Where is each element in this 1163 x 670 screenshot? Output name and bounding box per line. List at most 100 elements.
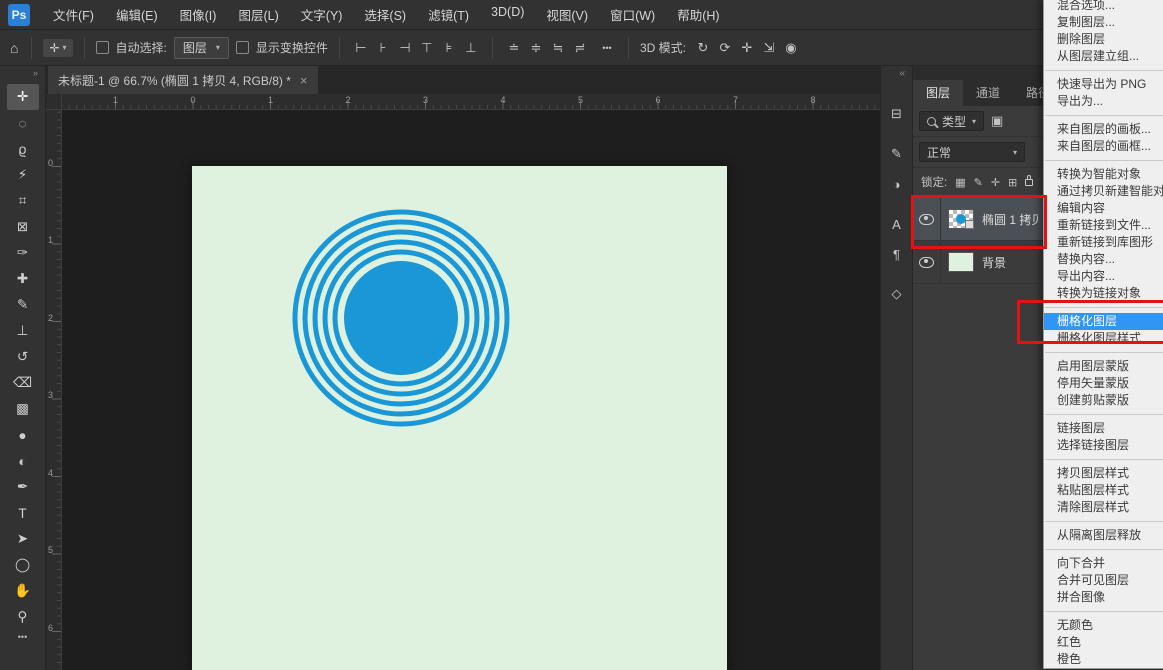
auto-select-target-dropdown[interactable]: 图层 ▾ <box>174 37 229 59</box>
context-menu-item[interactable] <box>1045 521 1163 522</box>
context-menu-item[interactable]: 无颜色 <box>1044 617 1163 634</box>
dodge-tool[interactable]: ◐ <box>7 448 39 474</box>
collapse-toolbar-icon[interactable]: » <box>33 66 45 84</box>
align-bottom-icon[interactable]: ⊥ <box>461 40 481 56</box>
context-menu-item[interactable]: 混合选项... <box>1044 0 1163 14</box>
menu-item[interactable]: 选择(S) <box>353 5 417 24</box>
lock-all-icon[interactable] <box>1025 179 1033 186</box>
context-menu-item[interactable]: 清除图层样式 <box>1044 499 1163 516</box>
layer-name[interactable]: 背景 <box>982 254 1006 271</box>
context-menu-item[interactable]: 从隔离图层释放 <box>1044 527 1163 544</box>
context-menu-item[interactable]: 拼合图像 <box>1044 589 1163 606</box>
distribute-top-icon[interactable]: ≐ <box>504 40 524 56</box>
context-menu-item[interactable]: 从图层建立组... <box>1044 48 1163 65</box>
distribute-horizontal-icon[interactable]: ≒ <box>548 40 568 56</box>
expand-panels-icon[interactable]: « <box>899 66 912 84</box>
frame-tool[interactable]: ⊠ <box>7 214 39 240</box>
close-tab-icon[interactable]: × <box>300 73 308 88</box>
shape-tool[interactable]: ◯ <box>7 552 39 578</box>
align-left-icon[interactable]: ⊢ <box>351 40 371 56</box>
pen-tool[interactable]: ✒ <box>7 474 39 500</box>
properties-panel-icon[interactable]: ⊟ <box>885 102 909 126</box>
clone-stamp-tool[interactable]: ⊥ <box>7 318 39 344</box>
menu-item[interactable]: 文件(F) <box>42 5 105 24</box>
align-center-horizontal-icon[interactable]: ⊦ <box>373 40 393 56</box>
layer-visibility-toggle[interactable] <box>913 198 941 240</box>
roll-3d-icon[interactable]: ⟳ <box>715 40 735 56</box>
more-align-options-icon[interactable]: ••• <box>597 43 617 53</box>
path-selection-tool[interactable]: ➤ <box>7 526 39 552</box>
eraser-tool[interactable]: ⌫ <box>7 370 39 396</box>
lock-position-icon[interactable]: ✛ <box>991 176 1000 189</box>
tab-channels[interactable]: 通道 <box>963 80 1013 106</box>
layer-thumbnail[interactable] <box>948 209 974 229</box>
slide-3d-icon[interactable]: ⇲ <box>759 40 779 56</box>
drag-3d-icon[interactable]: ✛ <box>737 40 757 56</box>
auto-select-checkbox[interactable] <box>96 41 109 54</box>
brush-tool[interactable]: ✎ <box>7 292 39 318</box>
home-icon[interactable]: ⌂ <box>8 40 20 56</box>
type-tool[interactable]: T <box>7 500 39 526</box>
context-menu-item[interactable]: 向下合并 <box>1044 555 1163 572</box>
crop-tool[interactable]: ⌗ <box>7 188 39 214</box>
context-menu-item[interactable]: 通过拷贝新建智能对象 <box>1044 183 1163 200</box>
menu-item[interactable]: 帮助(H) <box>666 5 730 24</box>
context-menu-item[interactable]: 选择链接图层 <box>1044 437 1163 454</box>
blur-tool[interactable]: ● <box>7 422 39 448</box>
menu-item[interactable]: 图像(I) <box>169 5 228 24</box>
align-top-icon[interactable]: ⊤ <box>417 40 437 56</box>
menu-item[interactable]: 图层(L) <box>227 5 289 24</box>
show-transform-checkbox[interactable] <box>236 41 249 54</box>
lock-artboard-icon[interactable]: ⊞ <box>1008 176 1017 189</box>
context-menu-item[interactable]: 重新链接到库图形 <box>1044 234 1163 251</box>
context-menu-item[interactable]: 合并可见图层 <box>1044 572 1163 589</box>
context-menu-item[interactable]: 转换为智能对象 <box>1044 166 1163 183</box>
menu-item[interactable]: 窗口(W) <box>599 5 666 24</box>
context-menu-item[interactable]: 重新链接到文件... <box>1044 217 1163 234</box>
context-menu-item[interactable] <box>1045 307 1163 308</box>
context-menu-item[interactable]: 复制图层... <box>1044 14 1163 31</box>
quick-selection-tool[interactable]: ⚡ <box>7 162 39 188</box>
layer-name[interactable]: 椭圆 1 拷贝 4 <box>982 211 1038 228</box>
history-brush-tool[interactable]: ↺ <box>7 344 39 370</box>
context-menu-item[interactable]: 替换内容... <box>1044 251 1163 268</box>
menu-item[interactable]: 滤镜(T) <box>417 5 480 24</box>
context-menu-item[interactable]: 来自图层的画框... <box>1044 138 1163 155</box>
document-tab[interactable]: 未标题-1 @ 66.7% (椭圆 1 拷贝 4, RGB/8) * × <box>48 66 318 94</box>
context-menu-item[interactable]: 橙色 <box>1044 651 1163 668</box>
canvas[interactable] <box>192 166 727 670</box>
menu-item[interactable]: 视图(V) <box>535 5 599 24</box>
layer-visibility-toggle[interactable] <box>913 241 941 283</box>
lock-paint-icon[interactable]: ✎ <box>974 176 983 189</box>
brush-settings-panel-icon[interactable]: ✎ <box>885 142 909 166</box>
context-menu-item[interactable]: 导出为... <box>1044 93 1163 110</box>
context-menu-item[interactable]: 栅格化图层样式 <box>1044 330 1163 347</box>
lock-transparent-icon[interactable]: ▦ <box>955 176 965 189</box>
context-menu-item[interactable]: 栅格化图层 <box>1044 313 1163 330</box>
distribute-vertical-icon[interactable]: ≑ <box>526 40 546 56</box>
eyedropper-tool[interactable]: ✑ <box>7 240 39 266</box>
lasso-tool[interactable]: ϱ <box>7 136 39 162</box>
pixel-filter-icon[interactable]: ▣ <box>991 113 1003 129</box>
marquee-tool[interactable]: ◌ <box>7 110 39 136</box>
camera-3d-icon[interactable]: ◉ <box>781 40 801 56</box>
context-menu-item[interactable] <box>1045 115 1163 116</box>
context-menu-item[interactable] <box>1045 414 1163 415</box>
context-menu-item[interactable] <box>1045 352 1163 353</box>
healing-brush-tool[interactable]: ✚ <box>7 266 39 292</box>
context-menu-item[interactable]: 转换为链接对象 <box>1044 285 1163 302</box>
context-menu-item[interactable]: 停用矢量蒙版 <box>1044 375 1163 392</box>
layer-thumbnail[interactable] <box>948 252 974 272</box>
context-menu-item[interactable] <box>1045 459 1163 460</box>
zoom-tool[interactable]: ⚲ <box>7 604 39 630</box>
context-menu-item[interactable] <box>1045 70 1163 71</box>
context-menu-item[interactable]: 来自图层的画板... <box>1044 121 1163 138</box>
context-menu-item[interactable]: 编辑内容 <box>1044 200 1163 217</box>
context-menu-item[interactable] <box>1045 160 1163 161</box>
context-menu-item[interactable]: 红色 <box>1044 634 1163 651</box>
character-panel-icon[interactable]: A <box>885 212 909 236</box>
adjustments-panel-icon[interactable]: ◑ <box>885 172 909 196</box>
distribute-left-icon[interactable]: ≓ <box>570 40 590 56</box>
tab-layers[interactable]: 图层 <box>913 80 963 106</box>
move-tool[interactable]: ✛ <box>7 84 39 110</box>
